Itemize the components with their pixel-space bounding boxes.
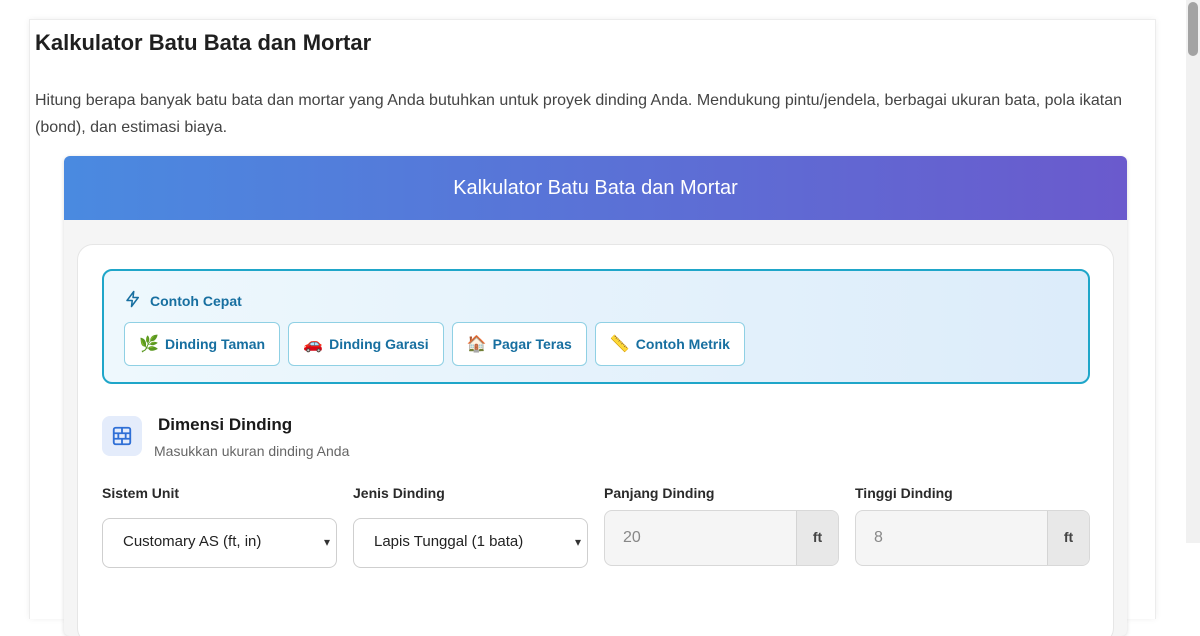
unit-system-value: Customary AS (ft, in) bbox=[123, 533, 262, 550]
example-button-label: Dinding Taman bbox=[165, 336, 266, 352]
wall-type-value: Lapis Tunggal (1 bata) bbox=[374, 533, 524, 550]
example-button-label: Dinding Garasi bbox=[329, 336, 429, 352]
wall-length-placeholder: 20 bbox=[623, 529, 641, 546]
wall-height-label: Tinggi Dinding bbox=[855, 485, 953, 501]
wall-length-input[interactable]: 20 ft bbox=[604, 510, 839, 566]
example-garage-wall-button[interactable]: 🚗 Dinding Garasi bbox=[288, 322, 444, 366]
car-icon: 🚗 bbox=[303, 336, 323, 353]
page-container: Kalkulator Batu Bata dan Mortar Hitung b… bbox=[29, 19, 1156, 636]
example-patio-fence-button[interactable]: 🏠 Pagar Teras bbox=[451, 322, 587, 366]
leaf-icon: 🌿 bbox=[139, 336, 159, 353]
page-title: Kalkulator Batu Bata dan Mortar bbox=[35, 30, 372, 55]
page-description: Hitung berapa banyak batu bata dan morta… bbox=[35, 92, 1123, 136]
wall-type-select[interactable]: Lapis Tunggal (1 bata) ▾ bbox=[353, 518, 588, 568]
ruler-icon: 📏 bbox=[609, 336, 630, 353]
house-icon: 🏠 bbox=[466, 336, 487, 353]
unit-system-label: Sistem Unit bbox=[102, 485, 180, 501]
quick-examples-label: Contoh Cepat bbox=[150, 292, 242, 309]
wall-height-input[interactable]: 8 ft bbox=[855, 510, 1090, 566]
lightning-icon bbox=[124, 290, 142, 311]
calculator-card: Kalkulator Batu Bata dan Mortar Contoh C… bbox=[64, 156, 1127, 636]
section-title: Dimensi Dinding bbox=[158, 415, 293, 434]
brick-wall-icon bbox=[102, 416, 142, 456]
chevron-down-icon: ▾ bbox=[574, 535, 581, 549]
section-subtitle: Masukkan ukuran dinding Anda bbox=[154, 443, 350, 459]
wall-type-label: Jenis Dinding bbox=[353, 485, 445, 501]
quick-examples-title: Contoh Cepat bbox=[124, 290, 242, 311]
example-button-label: Pagar Teras bbox=[492, 336, 572, 352]
unit-system-select[interactable]: Customary AS (ft, in) ▾ bbox=[102, 518, 337, 568]
calculator-header: Kalkulator Batu Bata dan Mortar bbox=[64, 156, 1127, 220]
vertical-scrollbar[interactable] bbox=[1186, 0, 1200, 543]
chevron-down-icon: ▾ bbox=[323, 535, 330, 549]
quick-examples-buttons: 🌿 Dinding Taman 🚗 Dinding Garasi 🏠 Pagar… bbox=[124, 322, 745, 366]
wall-height-unit: ft bbox=[1047, 511, 1089, 565]
wall-length-unit: ft bbox=[796, 511, 838, 565]
example-metric-button[interactable]: 📏 Contoh Metrik bbox=[594, 322, 745, 366]
calculator-body: Contoh Cepat 🌿 Dinding Taman 🚗 Dinding G… bbox=[77, 244, 1114, 636]
wall-height-placeholder: 8 bbox=[874, 529, 883, 546]
scrollbar-thumb[interactable] bbox=[1188, 2, 1198, 56]
example-garden-wall-button[interactable]: 🌿 Dinding Taman bbox=[124, 322, 281, 366]
quick-examples-panel: Contoh Cepat 🌿 Dinding Taman 🚗 Dinding G… bbox=[102, 269, 1090, 384]
example-button-label: Contoh Metrik bbox=[635, 336, 730, 352]
wall-length-label: Panjang Dinding bbox=[604, 485, 715, 501]
